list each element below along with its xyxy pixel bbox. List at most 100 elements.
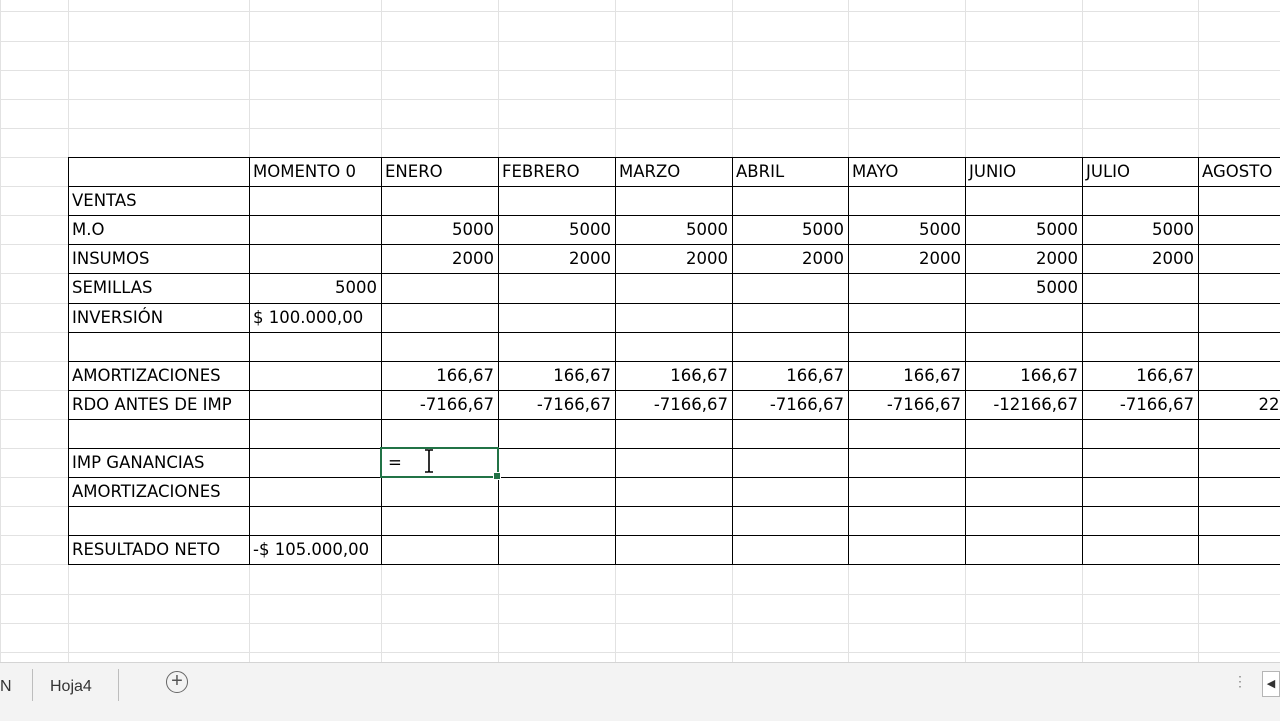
table-cell[interactable] — [249, 420, 381, 449]
table-cell[interactable]: $ 100.000,00 — [249, 304, 381, 333]
table-cell[interactable]: 5000 — [848, 216, 965, 245]
table-cell[interactable] — [498, 420, 615, 449]
table-cell[interactable] — [732, 478, 848, 507]
table-cell[interactable] — [1082, 274, 1198, 303]
table-cell[interactable]: -7166,67 — [848, 391, 965, 420]
table-cell[interactable] — [848, 449, 965, 478]
table-cell[interactable] — [965, 478, 1082, 507]
table-cell[interactable] — [1082, 507, 1198, 536]
table-cell[interactable] — [1082, 187, 1198, 216]
table-cell[interactable] — [1198, 420, 1280, 449]
row-label[interactable]: RESULTADO NETO — [68, 536, 249, 565]
table-cell[interactable] — [965, 449, 1082, 478]
table-cell[interactable] — [615, 187, 732, 216]
column-header[interactable] — [68, 158, 249, 187]
column-header[interactable]: MARZO — [615, 158, 732, 187]
table-cell[interactable] — [381, 478, 498, 507]
table-cell[interactable] — [615, 304, 732, 333]
table-cell[interactable]: 5000 — [498, 216, 615, 245]
table-cell[interactable] — [615, 274, 732, 303]
table-cell[interactable]: 5000 — [965, 216, 1082, 245]
table-cell[interactable]: 5000 — [381, 216, 498, 245]
column-header[interactable]: FEBRERO — [498, 158, 615, 187]
row-label[interactable] — [68, 507, 249, 536]
table-cell[interactable] — [1082, 420, 1198, 449]
row-label[interactable]: AMORTIZACIONES — [68, 362, 249, 391]
table-cell[interactable] — [381, 507, 498, 536]
table-cell[interactable] — [498, 449, 615, 478]
table-cell[interactable]: 2000 — [732, 245, 848, 274]
table-cell[interactable]: 2000 — [848, 245, 965, 274]
table-cell[interactable] — [615, 420, 732, 449]
table-cell[interactable] — [615, 507, 732, 536]
column-header[interactable]: AGOSTO — [1198, 158, 1280, 187]
table-cell[interactable] — [732, 536, 848, 565]
table-cell[interactable]: 5000 — [615, 216, 732, 245]
table-cell[interactable] — [965, 420, 1082, 449]
table-cell[interactable]: 5 — [1198, 216, 1280, 245]
table-cell[interactable] — [732, 507, 848, 536]
table-cell[interactable]: 2000 — [615, 245, 732, 274]
table-cell[interactable] — [381, 274, 498, 303]
row-label[interactable]: AMORTIZACIONES — [68, 478, 249, 507]
table-cell[interactable] — [381, 333, 498, 362]
table-cell[interactable]: -7166,67 — [498, 391, 615, 420]
table-cell[interactable]: 2 — [1198, 245, 1280, 274]
table-cell[interactable] — [381, 187, 498, 216]
table-cell[interactable] — [381, 304, 498, 333]
table-cell[interactable] — [848, 274, 965, 303]
sheet-tab-hoja4[interactable]: Hoja4 — [50, 673, 92, 701]
table-cell[interactable] — [1082, 449, 1198, 478]
row-label[interactable]: INSUMOS — [68, 245, 249, 274]
spreadsheet-grid[interactable]: MOMENTO 0 ENERO FEBRERO MARZO ABRIL MAYO JUNIO… — [0, 0, 1280, 662]
row-label[interactable] — [68, 420, 249, 449]
table-cell[interactable] — [1198, 304, 1280, 333]
table-cell[interactable] — [498, 478, 615, 507]
table-cell[interactable] — [965, 536, 1082, 565]
table-cell[interactable] — [848, 333, 965, 362]
table-cell[interactable]: 166,67 — [965, 362, 1082, 391]
table-cell[interactable] — [249, 333, 381, 362]
column-header[interactable]: ENERO — [381, 158, 498, 187]
sheet-tab-partial[interactable]: N — [0, 673, 12, 701]
table-cell[interactable] — [732, 420, 848, 449]
table-cell[interactable] — [965, 333, 1082, 362]
table-cell[interactable] — [249, 478, 381, 507]
table-cell[interactable] — [249, 391, 381, 420]
table-cell[interactable]: 22833 — [1198, 391, 1280, 420]
table-cell[interactable]: 166,67 — [381, 362, 498, 391]
table-cell[interactable]: 166,67 — [848, 362, 965, 391]
table-cell[interactable] — [615, 478, 732, 507]
column-header[interactable]: JULIO — [1082, 158, 1198, 187]
table-cell[interactable] — [1082, 478, 1198, 507]
table-cell[interactable]: 5000 — [249, 274, 381, 303]
table-cell[interactable] — [249, 216, 381, 245]
table-cell[interactable] — [1198, 478, 1280, 507]
row-label[interactable]: VENTAS — [68, 187, 249, 216]
table-cell[interactable] — [732, 333, 848, 362]
table-cell[interactable] — [498, 507, 615, 536]
table-cell[interactable]: 2000 — [498, 245, 615, 274]
table-cell[interactable] — [498, 274, 615, 303]
table-cell[interactable]: -7166,67 — [732, 391, 848, 420]
table-cell[interactable]: 2000 — [381, 245, 498, 274]
active-cell[interactable]: = — [380, 447, 501, 480]
table-cell[interactable]: 5000 — [732, 216, 848, 245]
table-cell[interactable] — [249, 507, 381, 536]
table-cell[interactable] — [1198, 449, 1280, 478]
column-header[interactable]: MOMENTO 0 — [249, 158, 381, 187]
table-cell[interactable] — [848, 304, 965, 333]
table-cell[interactable]: -7166,67 — [1082, 391, 1198, 420]
table-cell[interactable] — [848, 507, 965, 536]
table-cell[interactable] — [249, 187, 381, 216]
table-cell[interactable] — [848, 478, 965, 507]
table-cell[interactable] — [732, 274, 848, 303]
table-cell[interactable] — [1198, 536, 1280, 565]
table-cell[interactable]: -$ 105.000,00 — [249, 536, 381, 565]
table-cell[interactable] — [1082, 304, 1198, 333]
table-cell[interactable]: -7166,67 — [615, 391, 732, 420]
table-cell[interactable] — [498, 304, 615, 333]
row-label[interactable]: RDO ANTES DE IMP — [68, 391, 249, 420]
table-cell[interactable] — [1082, 333, 1198, 362]
table-cell[interactable] — [498, 333, 615, 362]
